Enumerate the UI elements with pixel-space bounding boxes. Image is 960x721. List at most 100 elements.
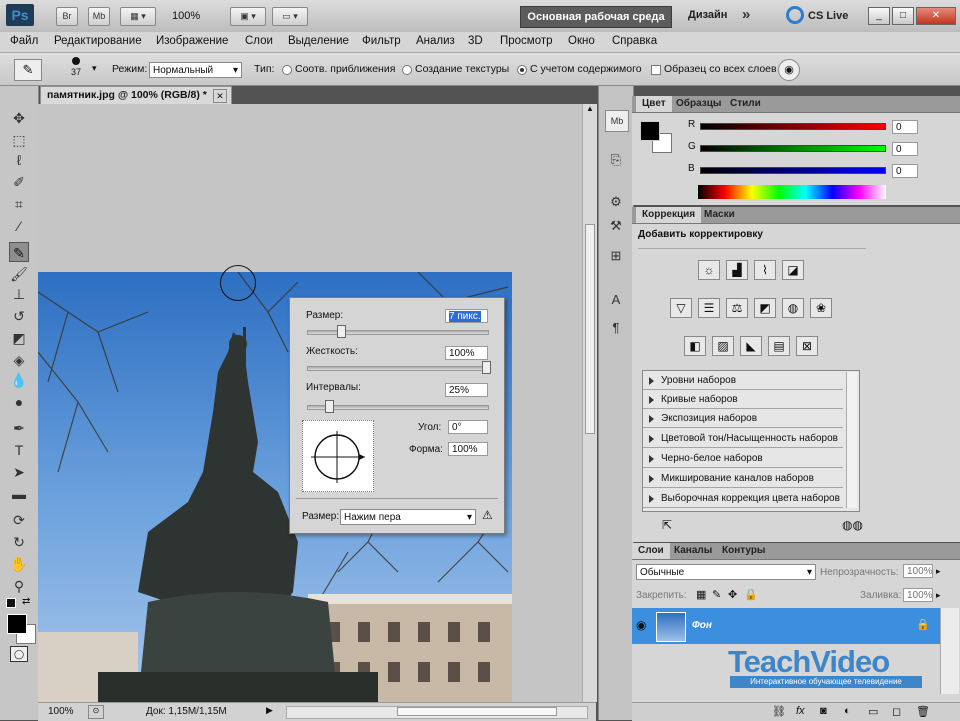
minimize-button[interactable]: _: [868, 7, 890, 25]
channel-r-value[interactable]: 0: [892, 120, 918, 134]
channel-g-slider[interactable]: [700, 145, 886, 152]
clip-to-layer-icon[interactable]: ◍◍: [842, 518, 863, 532]
brush-tool[interactable]: 🖌: [9, 264, 29, 284]
selective-color-button[interactable]: ⊠: [796, 336, 818, 356]
lock-position-icon[interactable]: ✥: [728, 588, 737, 601]
more-workspaces-button[interactable]: »: [742, 6, 750, 23]
hardness-slider-knob[interactable]: [482, 361, 491, 374]
bridge-button[interactable]: Br: [56, 7, 78, 26]
mode-select[interactable]: Нормальный ▾: [149, 62, 242, 78]
lasso-tool[interactable]: ℓ: [9, 150, 29, 170]
quick-mask-button[interactable]: ◯: [10, 646, 28, 662]
lock-pixels-icon[interactable]: ✎: [712, 588, 721, 601]
3d-rotate-tool[interactable]: ⟳: [9, 510, 29, 530]
vibrance-button[interactable]: ▽: [670, 298, 692, 318]
content-aware-radio[interactable]: [517, 65, 527, 75]
black-white-button[interactable]: ◩: [754, 298, 776, 318]
blur-tool[interactable]: 💧: [9, 370, 29, 390]
hand-tool[interactable]: ✋: [9, 554, 29, 574]
fill-arrow[interactable]: ▸: [936, 590, 941, 601]
color-spectrum-bar[interactable]: [698, 185, 886, 199]
3d-orbit-tool[interactable]: ↻: [9, 532, 29, 552]
menu-select[interactable]: Выделение: [288, 35, 349, 47]
size-slider-knob[interactable]: [337, 325, 346, 338]
presets-scrollbar[interactable]: [846, 372, 857, 508]
extras-dropdown[interactable]: ▦ ▾: [120, 7, 156, 26]
tab-channels[interactable]: Каналы: [668, 543, 718, 559]
return-to-list-icon[interactable]: ⇱: [662, 518, 672, 532]
zoom-level[interactable]: 100%: [172, 10, 200, 22]
document-tab[interactable]: памятник.jpg @ 100% (RGB/8) * ✕: [40, 86, 232, 105]
pen-pressure-select[interactable]: Нажим пера ▾: [340, 509, 476, 525]
history-brush-tool[interactable]: ↺: [9, 306, 29, 326]
crop-tool[interactable]: ⌗: [9, 194, 29, 214]
marquee-tool[interactable]: ⬚: [9, 130, 29, 150]
color-balance-button[interactable]: ⚖: [726, 298, 748, 318]
layers-scrollbar[interactable]: [940, 608, 959, 694]
zoom-tool[interactable]: ⚲: [9, 576, 29, 596]
menu-3d[interactable]: 3D: [468, 35, 483, 47]
preset-black-white[interactable]: Черно-белое наборов: [643, 450, 843, 468]
status-menu-icon[interactable]: ⊙: [88, 705, 104, 719]
channel-b-value[interactable]: 0: [892, 164, 918, 178]
pressure-size-button[interactable]: ◉: [778, 59, 800, 81]
posterize-button[interactable]: ▨: [712, 336, 734, 356]
spacing-field[interactable]: 25%: [445, 383, 488, 397]
color-panel-foreground-swatch[interactable]: [640, 121, 660, 141]
dodge-tool[interactable]: ●: [9, 392, 29, 412]
menu-image[interactable]: Изображение: [156, 35, 228, 47]
workspace-essentials-button[interactable]: Основная рабочая среда: [520, 6, 672, 28]
paragraph-panel-button[interactable]: ¶: [605, 318, 627, 338]
levels-button[interactable]: ▟: [726, 260, 748, 280]
opacity-field[interactable]: 100%: [903, 564, 933, 578]
curves-button[interactable]: ⌇: [754, 260, 776, 280]
menu-file[interactable]: Файл: [10, 35, 38, 47]
tool-preset-picker[interactable]: ✎: [14, 59, 42, 81]
preset-exposure[interactable]: Экспозиция наборов: [643, 410, 843, 428]
blend-mode-select[interactable]: Обычные ▾: [636, 564, 816, 580]
layer-row-background[interactable]: ◉ Фон 🔒: [632, 608, 940, 644]
tool-presets-panel-button[interactable]: ⚒: [605, 216, 627, 236]
menu-window[interactable]: Окно: [568, 35, 595, 47]
brush-shape-preview[interactable]: [302, 420, 374, 492]
photo-filter-button[interactable]: ◍: [782, 298, 804, 318]
layer-style-icon[interactable]: fx: [796, 705, 805, 717]
menu-view[interactable]: Просмотр: [500, 35, 553, 47]
lock-all-icon[interactable]: 🔒: [744, 588, 758, 601]
opacity-arrow[interactable]: ▸: [936, 566, 941, 577]
menu-filter[interactable]: Фильтр: [362, 35, 401, 47]
tab-adjustments[interactable]: Коррекция: [636, 207, 702, 223]
preset-curves[interactable]: Кривые наборов: [643, 391, 843, 409]
link-layers-icon[interactable]: ⛓: [772, 705, 786, 718]
sample-all-layers-checkbox[interactable]: [651, 65, 661, 75]
path-selection-tool[interactable]: ➤: [9, 462, 29, 482]
arrange-documents-dropdown[interactable]: ▣ ▾: [230, 7, 266, 26]
adjustment-layer-icon[interactable]: ◐: [844, 705, 851, 717]
vertical-scrollbar[interactable]: ▲: [582, 104, 597, 702]
preset-levels[interactable]: Уровни наборов: [643, 372, 843, 390]
gradient-map-button[interactable]: ▤: [768, 336, 790, 356]
cs-live-button[interactable]: CS Live: [808, 10, 848, 22]
layer-mask-icon[interactable]: ◙: [820, 705, 827, 717]
status-zoom[interactable]: 100%: [48, 706, 74, 717]
history-panel-button[interactable]: ⎘: [605, 150, 627, 170]
fill-field[interactable]: 100%: [903, 588, 933, 602]
proximity-match-radio[interactable]: [282, 65, 292, 75]
scroll-thumb[interactable]: [585, 224, 595, 434]
create-texture-radio[interactable]: [402, 65, 412, 75]
foreground-color-swatch[interactable]: [7, 614, 27, 634]
clone-stamp-tool[interactable]: ⊥: [9, 284, 29, 304]
move-tool[interactable]: ✥: [9, 108, 29, 128]
hardness-field[interactable]: 100%: [445, 346, 488, 360]
tab-paths[interactable]: Контуры: [716, 543, 771, 559]
screen-mode-dropdown[interactable]: ▭ ▾: [272, 7, 308, 26]
pen-tool[interactable]: ✒: [9, 418, 29, 438]
spacing-slider-knob[interactable]: [325, 400, 334, 413]
menu-analysis[interactable]: Анализ: [416, 35, 455, 47]
preset-channel-mixer[interactable]: Микширование каналов наборов: [643, 470, 843, 488]
new-layer-icon[interactable]: ◻: [892, 705, 901, 718]
swap-colors-icon[interactable]: ⇄: [22, 596, 30, 607]
preset-hue-saturation[interactable]: Цветовой тон/Насыщенность наборов: [643, 430, 843, 448]
eyedropper-tool[interactable]: ⁄: [9, 216, 29, 236]
actions-panel-button[interactable]: ⚙: [605, 192, 627, 212]
